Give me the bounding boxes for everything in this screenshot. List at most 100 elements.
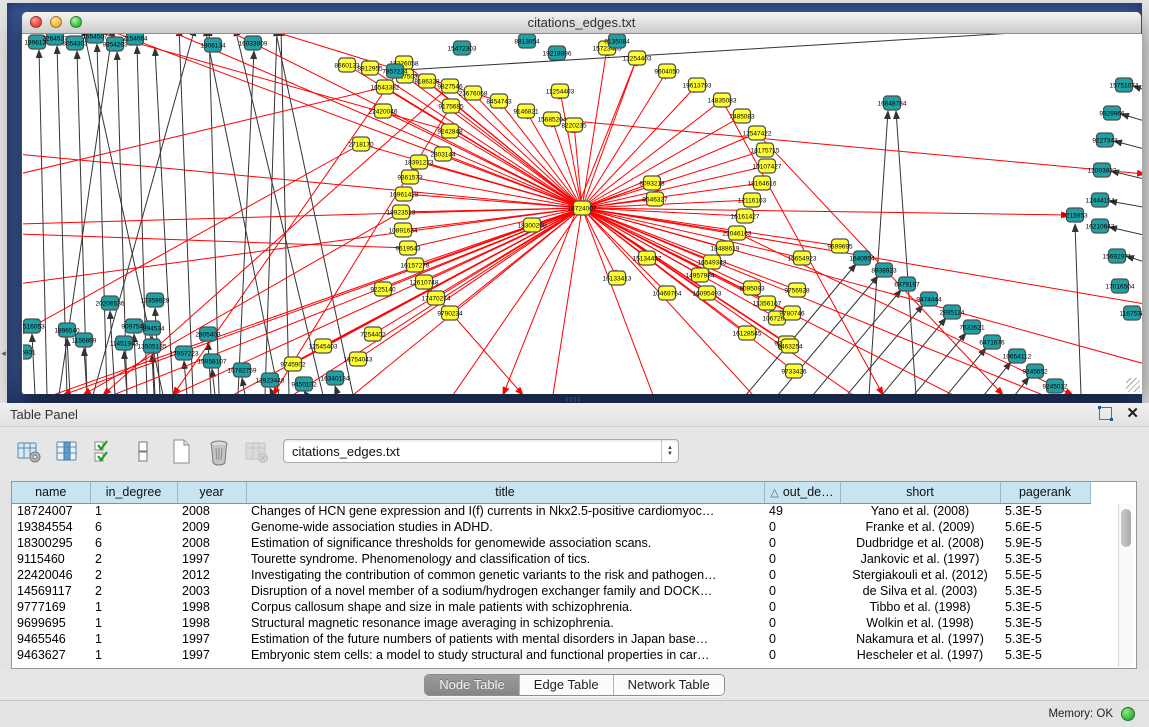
graph-node[interactable]: 19218896: [543, 46, 572, 60]
graph-node[interactable]: 1167533: [1120, 306, 1142, 320]
graph-node[interactable]: 3915901: [23, 345, 36, 359]
new-column-icon[interactable]: [168, 437, 194, 467]
graph-node[interactable]: 8938923: [871, 263, 897, 277]
graph-node[interactable]: 12254403: [623, 51, 652, 65]
graph-edge[interactable]: [265, 34, 277, 394]
graph-node[interactable]: 1640954: [849, 251, 875, 265]
graph-edge[interactable]: [23, 154, 582, 208]
graph-node[interactable]: 10469764: [653, 286, 682, 300]
graph-node[interactable]: 14835083: [708, 93, 737, 107]
graph-node[interactable]: 10654112: [1003, 349, 1032, 363]
graph-node[interactable]: 19613793: [683, 78, 712, 92]
graph-node[interactable]: 16754043: [344, 352, 373, 366]
graph-node[interactable]: 17016504: [1106, 279, 1135, 293]
zoom-window-icon[interactable]: [70, 16, 82, 28]
graph-node[interactable]: 12093832: [1088, 163, 1117, 177]
table-row[interactable]: 946362711997Embryonic stem cells: a mode…: [12, 647, 1136, 663]
graph-node[interactable]: 9175685: [438, 99, 464, 113]
window-resize-grip[interactable]: [1126, 378, 1140, 392]
panel-splitter-grip[interactable]: [566, 397, 580, 402]
graph-node[interactable]: 18923513: [387, 205, 416, 219]
graph-edge[interactable]: [869, 111, 888, 394]
delete-column-icon[interactable]: [206, 437, 232, 467]
graph-edge[interactable]: [242, 378, 245, 394]
graph-node[interactable]: 16340134: [321, 371, 350, 385]
show-columns-icon[interactable]: [54, 437, 80, 467]
graph-node[interactable]: 6471676: [979, 335, 1005, 349]
graph-edge[interactable]: [179, 34, 193, 394]
graph-node[interactable]: 9361573: [397, 170, 423, 184]
graph-node[interactable]: 8095093: [739, 281, 765, 295]
graph-edge[interactable]: [552, 119, 1142, 174]
graph-edge[interactable]: [57, 46, 67, 394]
graph-edge[interactable]: [163, 34, 582, 208]
row-cells-icon[interactable]: [130, 437, 156, 467]
graph-node[interactable]: 15472303: [448, 41, 477, 55]
tab-node-table[interactable]: Node Table: [425, 675, 520, 695]
graph-node[interactable]: 16958107: [198, 354, 227, 368]
graph-node[interactable]: 7632621: [959, 320, 985, 334]
graph-node[interactable]: 9245652: [1022, 364, 1048, 378]
table-row[interactable]: 946554611997Estimation of the future num…: [12, 631, 1136, 647]
graph-node[interactable]: 1156869: [72, 333, 97, 347]
graph-node[interactable]: 15751074: [1110, 78, 1139, 92]
column-header-out_degree[interactable]: △out_de…: [764, 482, 840, 503]
network-graph[interactable]: 8660123891295518226058982750316543382818…: [23, 34, 1142, 394]
graph-edge[interactable]: [23, 208, 582, 224]
graph-edge[interactable]: [1114, 141, 1142, 150]
graph-edge[interactable]: [453, 208, 582, 394]
graph-node[interactable]: 7485083: [729, 109, 755, 123]
table-scrollbar[interactable]: [1118, 504, 1133, 667]
table-scrollbar-thumb[interactable]: [1121, 509, 1131, 547]
graph-node[interactable]: 2935114: [940, 305, 965, 319]
column-header-short[interactable]: short: [840, 482, 1000, 503]
graph-edge[interactable]: [404, 34, 1063, 70]
graph-edge[interactable]: [582, 208, 1043, 394]
graph-node[interactable]: 18164616: [748, 176, 777, 190]
minimize-window-icon[interactable]: [50, 16, 62, 28]
table-mode-icon[interactable]: [16, 437, 42, 467]
graph-node[interactable]: 12547422: [743, 126, 772, 140]
graph-node[interactable]: 8220235: [561, 118, 587, 132]
graph-edge[interactable]: [582, 133, 757, 208]
graph-node[interactable]: 12923448: [256, 373, 285, 387]
graph-edge[interactable]: [67, 338, 70, 394]
selector-stepper-icon[interactable]: ▲▼: [661, 440, 678, 462]
graph-node[interactable]: 9604050: [654, 64, 680, 78]
tab-network-table[interactable]: Network Table: [614, 675, 724, 695]
graph-node[interactable]: 8912955: [357, 61, 383, 75]
graph-node[interactable]: 9146821: [513, 104, 539, 118]
graph-node[interactable]: 6879197: [894, 277, 920, 291]
graph-node[interactable]: 8660123: [334, 58, 360, 72]
graph-edge[interactable]: [39, 50, 47, 394]
graph-node[interactable]: 8454743: [486, 94, 512, 108]
graph-node[interactable]: 10891634: [389, 223, 418, 237]
graph-node[interactable]: 15692971: [1103, 249, 1132, 263]
control-panel-collapsed-tab[interactable]: ◂: [0, 345, 7, 361]
float-panel-icon[interactable]: [1099, 407, 1112, 420]
graph-node[interactable]: 9780746: [779, 306, 805, 320]
column-header-pagerank[interactable]: pagerank: [1000, 482, 1090, 503]
graph-edge[interactable]: [896, 111, 916, 394]
table-row[interactable]: 977716911998Corpus callosum shape and si…: [12, 599, 1136, 615]
graph-node[interactable]: 1906134: [200, 38, 226, 52]
table-row[interactable]: 1938455462009Genome-wide association stu…: [12, 519, 1136, 535]
graph-edge[interactable]: [97, 44, 107, 394]
graph-node[interactable]: 18175715: [751, 143, 780, 157]
graph-edge[interactable]: [914, 333, 966, 394]
network-window-titlebar[interactable]: citations_edges.txt: [22, 12, 1141, 34]
graph-node[interactable]: 9329966: [1099, 106, 1125, 120]
graph-edge[interactable]: [238, 51, 254, 394]
table-row[interactable]: 969969511998Structural magnetic resonanc…: [12, 615, 1136, 631]
graph-edge[interactable]: [1015, 377, 1029, 394]
graph-node[interactable]: 15654923: [788, 251, 817, 265]
graph-node[interactable]: 16161427: [731, 209, 760, 223]
memory-status-icon[interactable]: [1121, 707, 1135, 721]
graph-node[interactable]: 13505135: [138, 339, 167, 353]
graph-node[interactable]: 9733426: [781, 364, 807, 378]
select-columns-icon[interactable]: [92, 437, 118, 467]
graph-node[interactable]: 8135084: [604, 34, 630, 48]
graph-node[interactable]: 2718170: [348, 137, 374, 151]
column-header-name[interactable]: name: [12, 482, 90, 503]
graph-node[interactable]: 8093218: [639, 176, 665, 190]
